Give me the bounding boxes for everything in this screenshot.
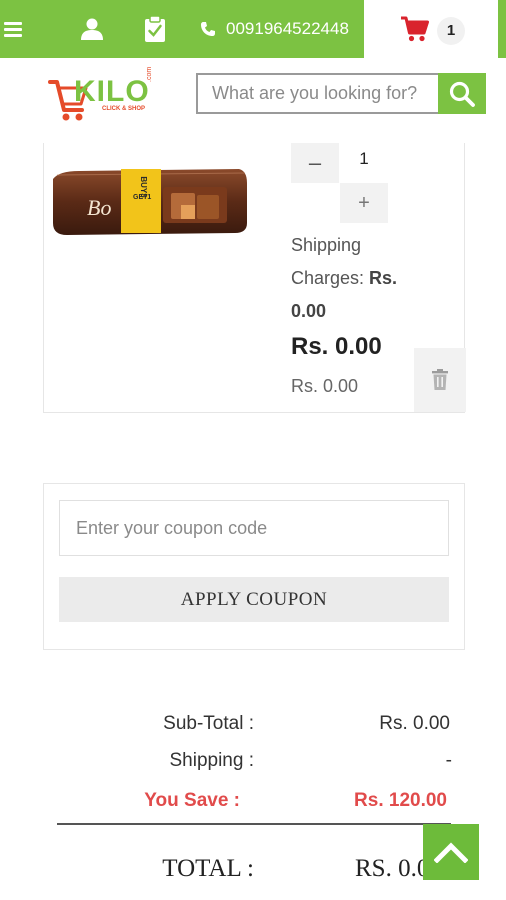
phone-icon bbox=[196, 0, 220, 58]
coupon-section: APPLY COUPON bbox=[43, 483, 465, 650]
shipping-charges-label: Shipping Charges: bbox=[291, 235, 370, 288]
phone-number[interactable]: 0091964522448 bbox=[226, 17, 364, 41]
search-button[interactable] bbox=[438, 73, 486, 114]
shopping-cart-icon[interactable] bbox=[400, 15, 430, 43]
chevron-up-icon bbox=[434, 842, 468, 863]
kilo-logo[interactable]: KILO CLICK & SHOP .com bbox=[48, 67, 164, 122]
totals-divider bbox=[57, 823, 451, 825]
search-icon bbox=[449, 81, 475, 107]
apply-coupon-button[interactable]: APPLY COUPON bbox=[59, 577, 449, 622]
user-icon[interactable] bbox=[76, 0, 108, 58]
scroll-to-top-button[interactable] bbox=[423, 824, 479, 880]
you-save-value: Rs. 120.00 bbox=[354, 790, 447, 811]
you-save-label: You Save : bbox=[144, 790, 240, 811]
shipping-charges: Shipping Charges: Rs. 0.00 bbox=[291, 229, 421, 328]
trash-icon bbox=[432, 369, 448, 390]
item-unit-price: Rs. 0.00 bbox=[291, 376, 359, 396]
quantity-value[interactable]: 1 bbox=[344, 149, 384, 169]
cart-item-card: Bo BUY3 GET1 – 1 + Shipping Charges: Rs.… bbox=[43, 143, 466, 413]
cart-count-badge[interactable]: 1 bbox=[437, 17, 465, 45]
item-price: Rs. 0.00 bbox=[291, 333, 382, 360]
subtotal-value: Rs. 0.00 bbox=[379, 713, 450, 734]
shipping-label: Shipping : bbox=[169, 750, 254, 771]
menu-icon[interactable] bbox=[0, 0, 26, 58]
search-input[interactable] bbox=[198, 75, 438, 112]
shipping-value: - bbox=[445, 750, 452, 771]
total-label: TOTAL : bbox=[162, 855, 254, 882]
logo-suffix: .com bbox=[146, 66, 153, 82]
search-box bbox=[196, 73, 438, 114]
total-value: RS. 0.0 bbox=[355, 855, 425, 882]
quantity-decrease-button[interactable]: – bbox=[291, 143, 339, 183]
top-bar: 0091964522448 1 bbox=[0, 0, 506, 58]
cart-tab[interactable] bbox=[364, 0, 498, 58]
coupon-code-input[interactable] bbox=[59, 500, 449, 556]
logo-tagline: CLICK & SHOP bbox=[102, 106, 146, 112]
clipboard-check-icon[interactable] bbox=[140, 0, 170, 58]
logo-brand-text: KILO bbox=[74, 75, 150, 108]
subtotal-label: Sub-Total : bbox=[163, 713, 254, 734]
product-image[interactable]: Bo BUY3 GET1 bbox=[49, 165, 249, 237]
quantity-increase-button[interactable]: + bbox=[340, 183, 388, 223]
svg-text:Bo: Bo bbox=[87, 195, 111, 220]
remove-item-button[interactable] bbox=[414, 348, 466, 412]
svg-text:GET1: GET1 bbox=[133, 194, 151, 201]
